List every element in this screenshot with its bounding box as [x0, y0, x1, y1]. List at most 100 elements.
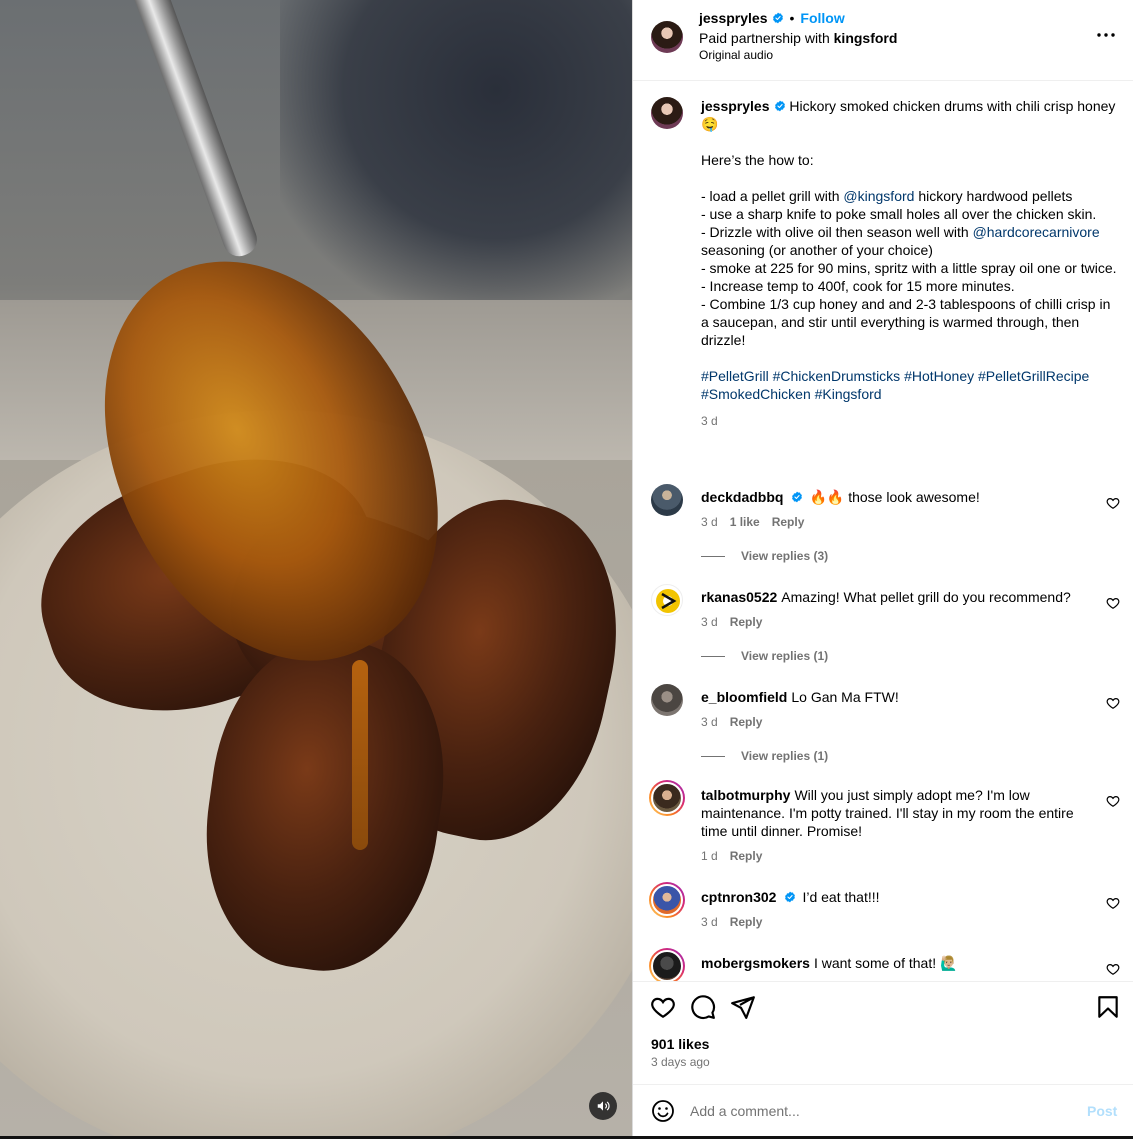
caption-username[interactable]: jesspryles [701, 98, 770, 114]
verified-badge-icon [774, 100, 785, 112]
comment-meta: 1 d Reply [701, 848, 762, 864]
comment-likes-count[interactable]: 1 like [730, 515, 760, 529]
caption-step-2: - use a sharp knife to poke small holes … [701, 206, 1097, 222]
caption-author-avatar[interactable] [651, 97, 683, 129]
comment-meta: 3 d Reply [701, 614, 762, 630]
comment-icon[interactable] [690, 994, 716, 1020]
more-options-icon [1097, 33, 1115, 37]
comment-text: e_bloomfield Lo Gan Ma FTW! [701, 689, 899, 705]
comment-like-heart-icon[interactable] [1106, 496, 1120, 510]
author-username[interactable]: jesspryles [699, 10, 768, 26]
replies-divider [701, 755, 725, 757]
hashtag-link[interactable]: #ChickenDrumsticks [773, 368, 901, 384]
media-background [280, 0, 632, 300]
comment-meta: 3 d Reply [701, 714, 762, 730]
commenter-avatar[interactable] [651, 484, 683, 516]
author-line: jesspryles • Follow [699, 10, 845, 26]
comments-list[interactable]: jesspryles Hickory smoked chicken drums … [633, 81, 1133, 981]
commenter-username[interactable]: talbotmurphy [701, 787, 790, 803]
add-comment-bar: Post [633, 1084, 1133, 1136]
reply-button[interactable]: Reply [772, 515, 805, 529]
comment-meta: 3 d Reply [701, 914, 762, 930]
share-icon[interactable] [730, 994, 756, 1020]
post-comment-button[interactable]: Post [1087, 1103, 1117, 1119]
reply-button[interactable]: Reply [730, 615, 763, 629]
comment-time[interactable]: 3 d [701, 715, 718, 729]
view-replies-button[interactable]: View replies (3) [701, 549, 828, 563]
caption-step-4: - smoke at 225 for 90 mins, spritz with … [701, 260, 1117, 276]
mention-hardcorecarnivore[interactable]: @hardcorecarnivore [973, 224, 1100, 240]
comment-text: mobergsmokers I want some of that! 🙋🏼‍♂️ [701, 955, 958, 971]
comment-text: rkanas0522 Amazing! What pellet grill do … [701, 589, 1071, 605]
emoji-icon[interactable] [651, 1099, 675, 1123]
view-replies-button[interactable]: View replies (1) [701, 749, 828, 763]
sound-icon [597, 1101, 610, 1111]
media-honey-drip [352, 660, 368, 850]
media-spoon-handle [120, 0, 262, 261]
caption-step-3: - Drizzle with olive oil then season wel… [701, 224, 1100, 258]
sound-toggle-button[interactable] [589, 1092, 617, 1120]
caption-step-1: - load a pellet grill with @kingsford hi… [701, 188, 1073, 204]
partnership-prefix: Paid partnership with [699, 30, 830, 46]
comment-time[interactable]: 3 d [701, 515, 718, 529]
author-avatar[interactable] [651, 21, 683, 53]
verified-badge-icon [785, 891, 796, 903]
commenter-username[interactable]: mobergsmokers [701, 955, 810, 971]
comment-meta: 3 d 1 like Reply [701, 514, 804, 530]
comment-time[interactable]: 1 d [701, 849, 718, 863]
replies-divider [701, 555, 725, 557]
comment-time[interactable]: 3 d [701, 915, 718, 929]
post-age[interactable]: 3 days ago [651, 1055, 710, 1069]
audio-label[interactable]: Original audio [699, 48, 773, 62]
comment-like-heart-icon[interactable] [1106, 896, 1120, 910]
separator-dot: • [789, 10, 795, 26]
record-logo-icon [656, 589, 680, 613]
caption-step-6: - Combine 1/3 cup honey and and 2-3 tabl… [701, 296, 1111, 348]
mention-kingsford[interactable]: @kingsford [843, 188, 914, 204]
reply-button[interactable]: Reply [730, 849, 763, 863]
comment-like-heart-icon[interactable] [1106, 794, 1120, 808]
view-replies-button[interactable]: View replies (1) [701, 649, 828, 663]
caption-time[interactable]: 3 d [701, 413, 1121, 429]
caption-howto: Here’s the how to: [701, 152, 814, 168]
commenter-avatar[interactable] [651, 684, 683, 716]
comment-like-heart-icon[interactable] [1106, 596, 1120, 610]
comment-like-heart-icon[interactable] [1106, 696, 1120, 710]
post-header: jesspryles • Follow Paid partnership wit… [633, 0, 1133, 81]
caption-step-5: - Increase temp to 400f, cook for 15 mor… [701, 278, 1015, 294]
commenter-avatar[interactable] [651, 584, 683, 616]
likes-count[interactable]: 901 likes [651, 1036, 709, 1052]
commenter-username[interactable]: deckdadbbq [701, 489, 783, 505]
reply-button[interactable]: Reply [730, 715, 763, 729]
hashtag-link[interactable]: #SmokedChicken [701, 386, 811, 402]
comment-time[interactable]: 3 d [701, 615, 718, 629]
comment-text: talbotmurphy Will you just simply adopt m… [701, 787, 1074, 839]
hashtag-link[interactable]: #PelletGrill [701, 368, 769, 384]
post-media-video[interactable] [0, 0, 632, 1136]
paid-partnership-label: Paid partnership with kingsford [699, 30, 897, 46]
comment-text: deckdadbbq 🔥🔥 those look awesome! [701, 489, 980, 505]
hashtag-link[interactable]: #PelletGrillRecipe [978, 368, 1089, 384]
hashtag-link[interactable]: #HotHoney [904, 368, 974, 384]
commenter-username[interactable]: rkanas0522 [701, 589, 777, 605]
heart-icon[interactable] [650, 994, 676, 1020]
reply-button[interactable]: Reply [730, 915, 763, 929]
commenter-avatar[interactable] [649, 948, 685, 981]
bookmark-icon[interactable] [1095, 994, 1121, 1020]
commenter-username[interactable]: e_bloomfield [701, 689, 787, 705]
verified-badge-icon [792, 491, 803, 503]
comment-like-heart-icon[interactable] [1106, 962, 1120, 976]
comment-input[interactable] [690, 1099, 1070, 1123]
post-side-panel: jesspryles • Follow Paid partnership wit… [632, 0, 1133, 1136]
post-actions: 901 likes 3 days ago [633, 981, 1133, 1084]
more-options-button[interactable] [1095, 24, 1117, 46]
caption-body: jesspryles Hickory smoked chicken drums … [701, 97, 1121, 429]
hashtag-link[interactable]: #Kingsford [815, 386, 882, 402]
replies-divider [701, 655, 725, 657]
caption-hashtags: #PelletGrill #ChickenDrumsticks #HotHone… [701, 367, 1121, 403]
commenter-username[interactable]: cptnron302 [701, 889, 776, 905]
follow-button[interactable]: Follow [800, 10, 844, 26]
commenter-avatar[interactable] [649, 882, 685, 918]
partner-link[interactable]: kingsford [834, 30, 898, 46]
commenter-avatar[interactable] [649, 780, 685, 816]
